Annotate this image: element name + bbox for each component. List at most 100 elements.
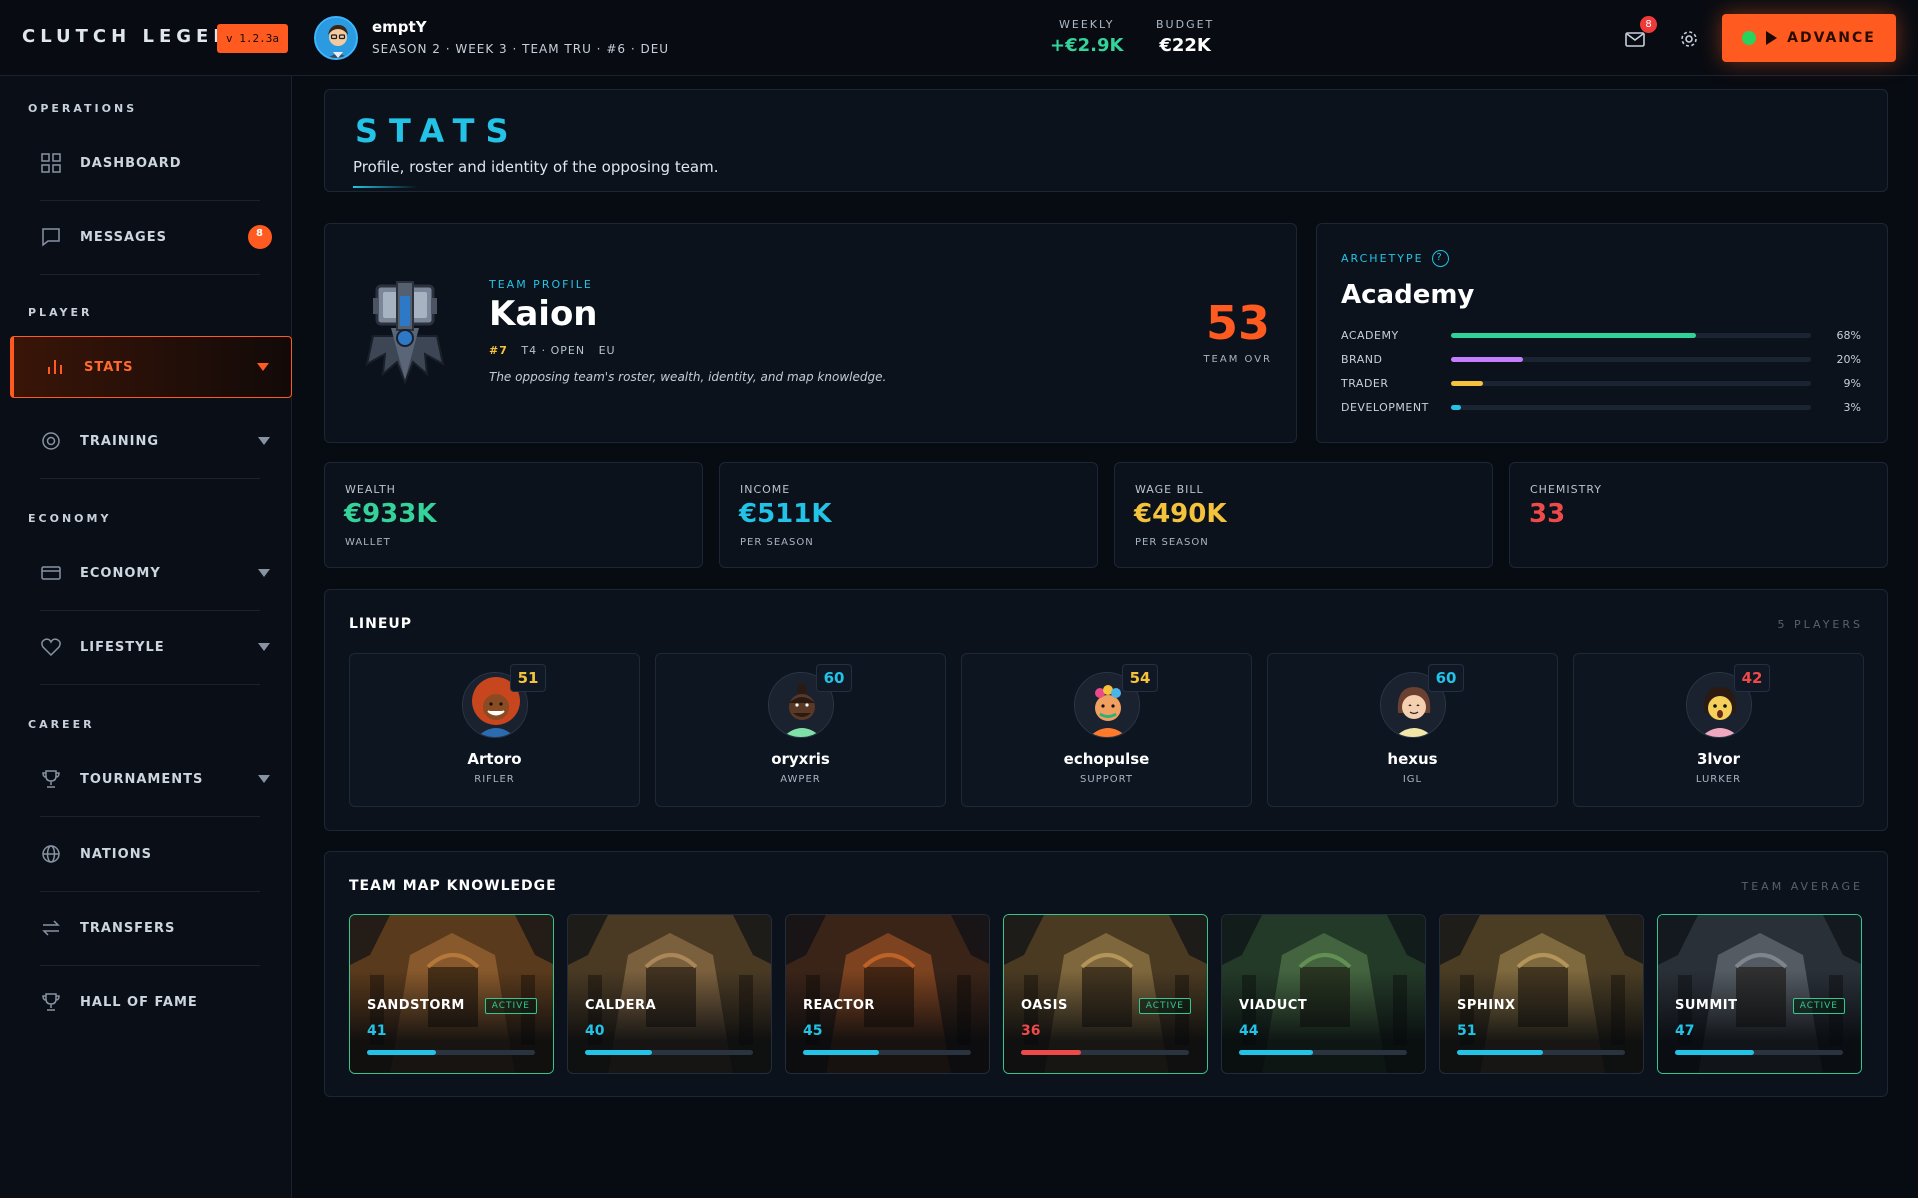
kpi-label: WAGE BILL xyxy=(1135,483,1204,496)
trophy-icon xyxy=(40,991,62,1013)
player-card[interactable]: 60 hexus IGL xyxy=(1267,653,1558,807)
sidebar-item-nations[interactable]: NATIONS xyxy=(10,823,292,885)
map-value: 45 xyxy=(803,1023,823,1039)
chevron-down-icon xyxy=(257,363,269,371)
map-card-sandstorm[interactable]: SANDSTORM 41 ACTIVE xyxy=(349,914,554,1074)
map-card-summit[interactable]: SUMMIT 47 ACTIVE xyxy=(1657,914,1862,1074)
map-card-reactor[interactable]: REACTOR 45 xyxy=(785,914,990,1074)
archetype-bar-fill xyxy=(1450,380,1484,386)
heart-icon xyxy=(40,636,62,658)
sidebar-item-dashboard[interactable]: DASHBOARD xyxy=(10,132,292,194)
player-card[interactable]: 51 Artoro RIFLER xyxy=(349,653,640,807)
team-profile-label: TEAM PROFILE xyxy=(489,278,593,291)
sidebar-item-messages[interactable]: MESSAGES 8 xyxy=(10,206,292,268)
sidebar-item-stats[interactable]: STATS xyxy=(10,336,292,398)
map-knowledge-panel: TEAM MAP KNOWLEDGE TEAM AVERAGE SANDSTOR… xyxy=(324,851,1888,1097)
kpi-card: INCOME €511K PER SEASON xyxy=(719,462,1098,568)
help-icon[interactable]: ? xyxy=(1431,250,1449,267)
player-card[interactable]: 42 3lvor LURKER xyxy=(1573,653,1864,807)
user-name: emptY xyxy=(372,18,427,36)
map-progress-bar xyxy=(585,1050,753,1055)
team-logo xyxy=(363,276,447,386)
map-knowledge-title: TEAM MAP KNOWLEDGE xyxy=(349,878,557,894)
archetype-row-name: TRADER xyxy=(1341,376,1389,390)
sidebar-item-transfers[interactable]: TRANSFERS xyxy=(10,897,292,959)
archetype-card: ARCHETYPE ? Academy ACADEMY 68% BRAND 20% TR… xyxy=(1316,223,1888,443)
section-operations: OPERATIONS xyxy=(28,102,138,115)
sidebar-item-hall-of-fame[interactable]: HALL OF FAME xyxy=(10,971,292,1033)
map-value: 36 xyxy=(1021,1023,1041,1039)
kpi-label: CHEMISTRY xyxy=(1530,483,1602,496)
map-value: 40 xyxy=(585,1023,605,1039)
page-title: STATS xyxy=(355,112,520,150)
lineup-panel: LINEUP 5 PLAYERS 51 Artoro RIFLER 60 oryxris… xyxy=(324,589,1888,831)
chevron-down-icon xyxy=(258,775,270,783)
archetype-row: BRAND 20% xyxy=(1341,352,1861,366)
kpi-label: WEALTH xyxy=(345,483,396,496)
divider xyxy=(40,684,260,685)
map-card-viaduct[interactable]: VIADUCT 44 xyxy=(1221,914,1426,1074)
divider xyxy=(40,610,260,611)
map-value: 47 xyxy=(1675,1023,1695,1039)
budget-value: €22K xyxy=(1159,35,1211,56)
map-active-badge: ACTIVE xyxy=(1138,998,1191,1014)
player-card[interactable]: 54 echopulse SUPPORT xyxy=(961,653,1252,807)
archetype-name: Academy xyxy=(1341,280,1475,310)
player-ovr-badge: 60 xyxy=(1428,664,1464,692)
sidebar-item-label: ECONOMY xyxy=(80,565,161,581)
archetype-row-name: BRAND xyxy=(1341,352,1383,366)
team-profile-card: TEAM PROFILE Kaion #7 T4 · OPEN EU The o… xyxy=(324,223,1297,443)
archetype-row-name: DEVELOPMENT xyxy=(1341,400,1429,414)
sidebar-item-label: TOURNAMENTS xyxy=(80,771,204,787)
sidebar-item-label: STATS xyxy=(84,359,134,375)
kpi-sublabel: PER SEASON xyxy=(1135,537,1209,548)
archetype-row: TRADER 9% xyxy=(1341,376,1861,390)
user-avatar[interactable] xyxy=(314,16,358,60)
map-name: OASIS xyxy=(1021,998,1068,1013)
page-subtitle: Profile, roster and identity of the oppo… xyxy=(353,158,719,176)
map-card-caldera[interactable]: CALDERA 40 xyxy=(567,914,772,1074)
team-region: EU xyxy=(598,344,616,357)
archetype-row-name: ACADEMY xyxy=(1341,328,1399,342)
advance-button[interactable]: ADVANCE xyxy=(1722,14,1896,62)
trophy-icon xyxy=(40,768,62,790)
map-progress-fill xyxy=(1675,1050,1754,1055)
lineup-count: 5 PLAYERS xyxy=(1777,618,1863,631)
map-value: 41 xyxy=(367,1023,387,1039)
swap-icon xyxy=(40,917,62,939)
messages-badge: 8 xyxy=(248,225,272,249)
grid-icon xyxy=(40,152,62,174)
map-progress-bar xyxy=(1457,1050,1625,1055)
divider xyxy=(40,965,260,966)
divider xyxy=(40,816,260,817)
map-name: CALDERA xyxy=(585,998,657,1013)
sidebar-item-tournaments[interactable]: TOURNAMENTS xyxy=(10,748,292,810)
archetype-label: ARCHETYPE ? xyxy=(1341,250,1449,267)
map-progress-fill xyxy=(585,1050,653,1055)
archetype-bar-fill xyxy=(1450,332,1696,338)
sidebar-item-label: TRAINING xyxy=(80,433,160,449)
divider xyxy=(40,200,260,201)
gear-icon[interactable] xyxy=(1678,28,1700,50)
player-card[interactable]: 60 oryxris AWPER xyxy=(655,653,946,807)
sidebar-item-label: HALL OF FAME xyxy=(80,994,198,1010)
archetype-bar-fill xyxy=(1450,404,1462,410)
map-card-sphinx[interactable]: SPHINX 51 xyxy=(1439,914,1644,1074)
team-rank: #7 xyxy=(489,344,508,357)
map-progress-fill xyxy=(1457,1050,1543,1055)
player-role: LURKER xyxy=(1695,774,1742,785)
chat-icon xyxy=(40,226,62,248)
archetype-row-pct: 20% xyxy=(1836,352,1861,366)
sidebar-item-training[interactable]: TRAINING xyxy=(10,410,292,472)
sidebar-item-economy[interactable]: ECONOMY xyxy=(10,542,292,604)
team-name: Kaion xyxy=(489,294,598,334)
play-icon xyxy=(1766,31,1778,45)
lineup-title: LINEUP xyxy=(349,616,413,632)
globe-icon xyxy=(40,843,62,865)
map-name: VIADUCT xyxy=(1239,998,1308,1013)
player-name: hexus xyxy=(1387,750,1438,768)
map-progress-fill xyxy=(367,1050,436,1055)
sidebar-item-lifestyle[interactable]: LIFESTYLE xyxy=(10,616,292,678)
map-card-oasis[interactable]: OASIS 36 ACTIVE xyxy=(1003,914,1208,1074)
player-ovr-badge: 42 xyxy=(1734,664,1770,692)
